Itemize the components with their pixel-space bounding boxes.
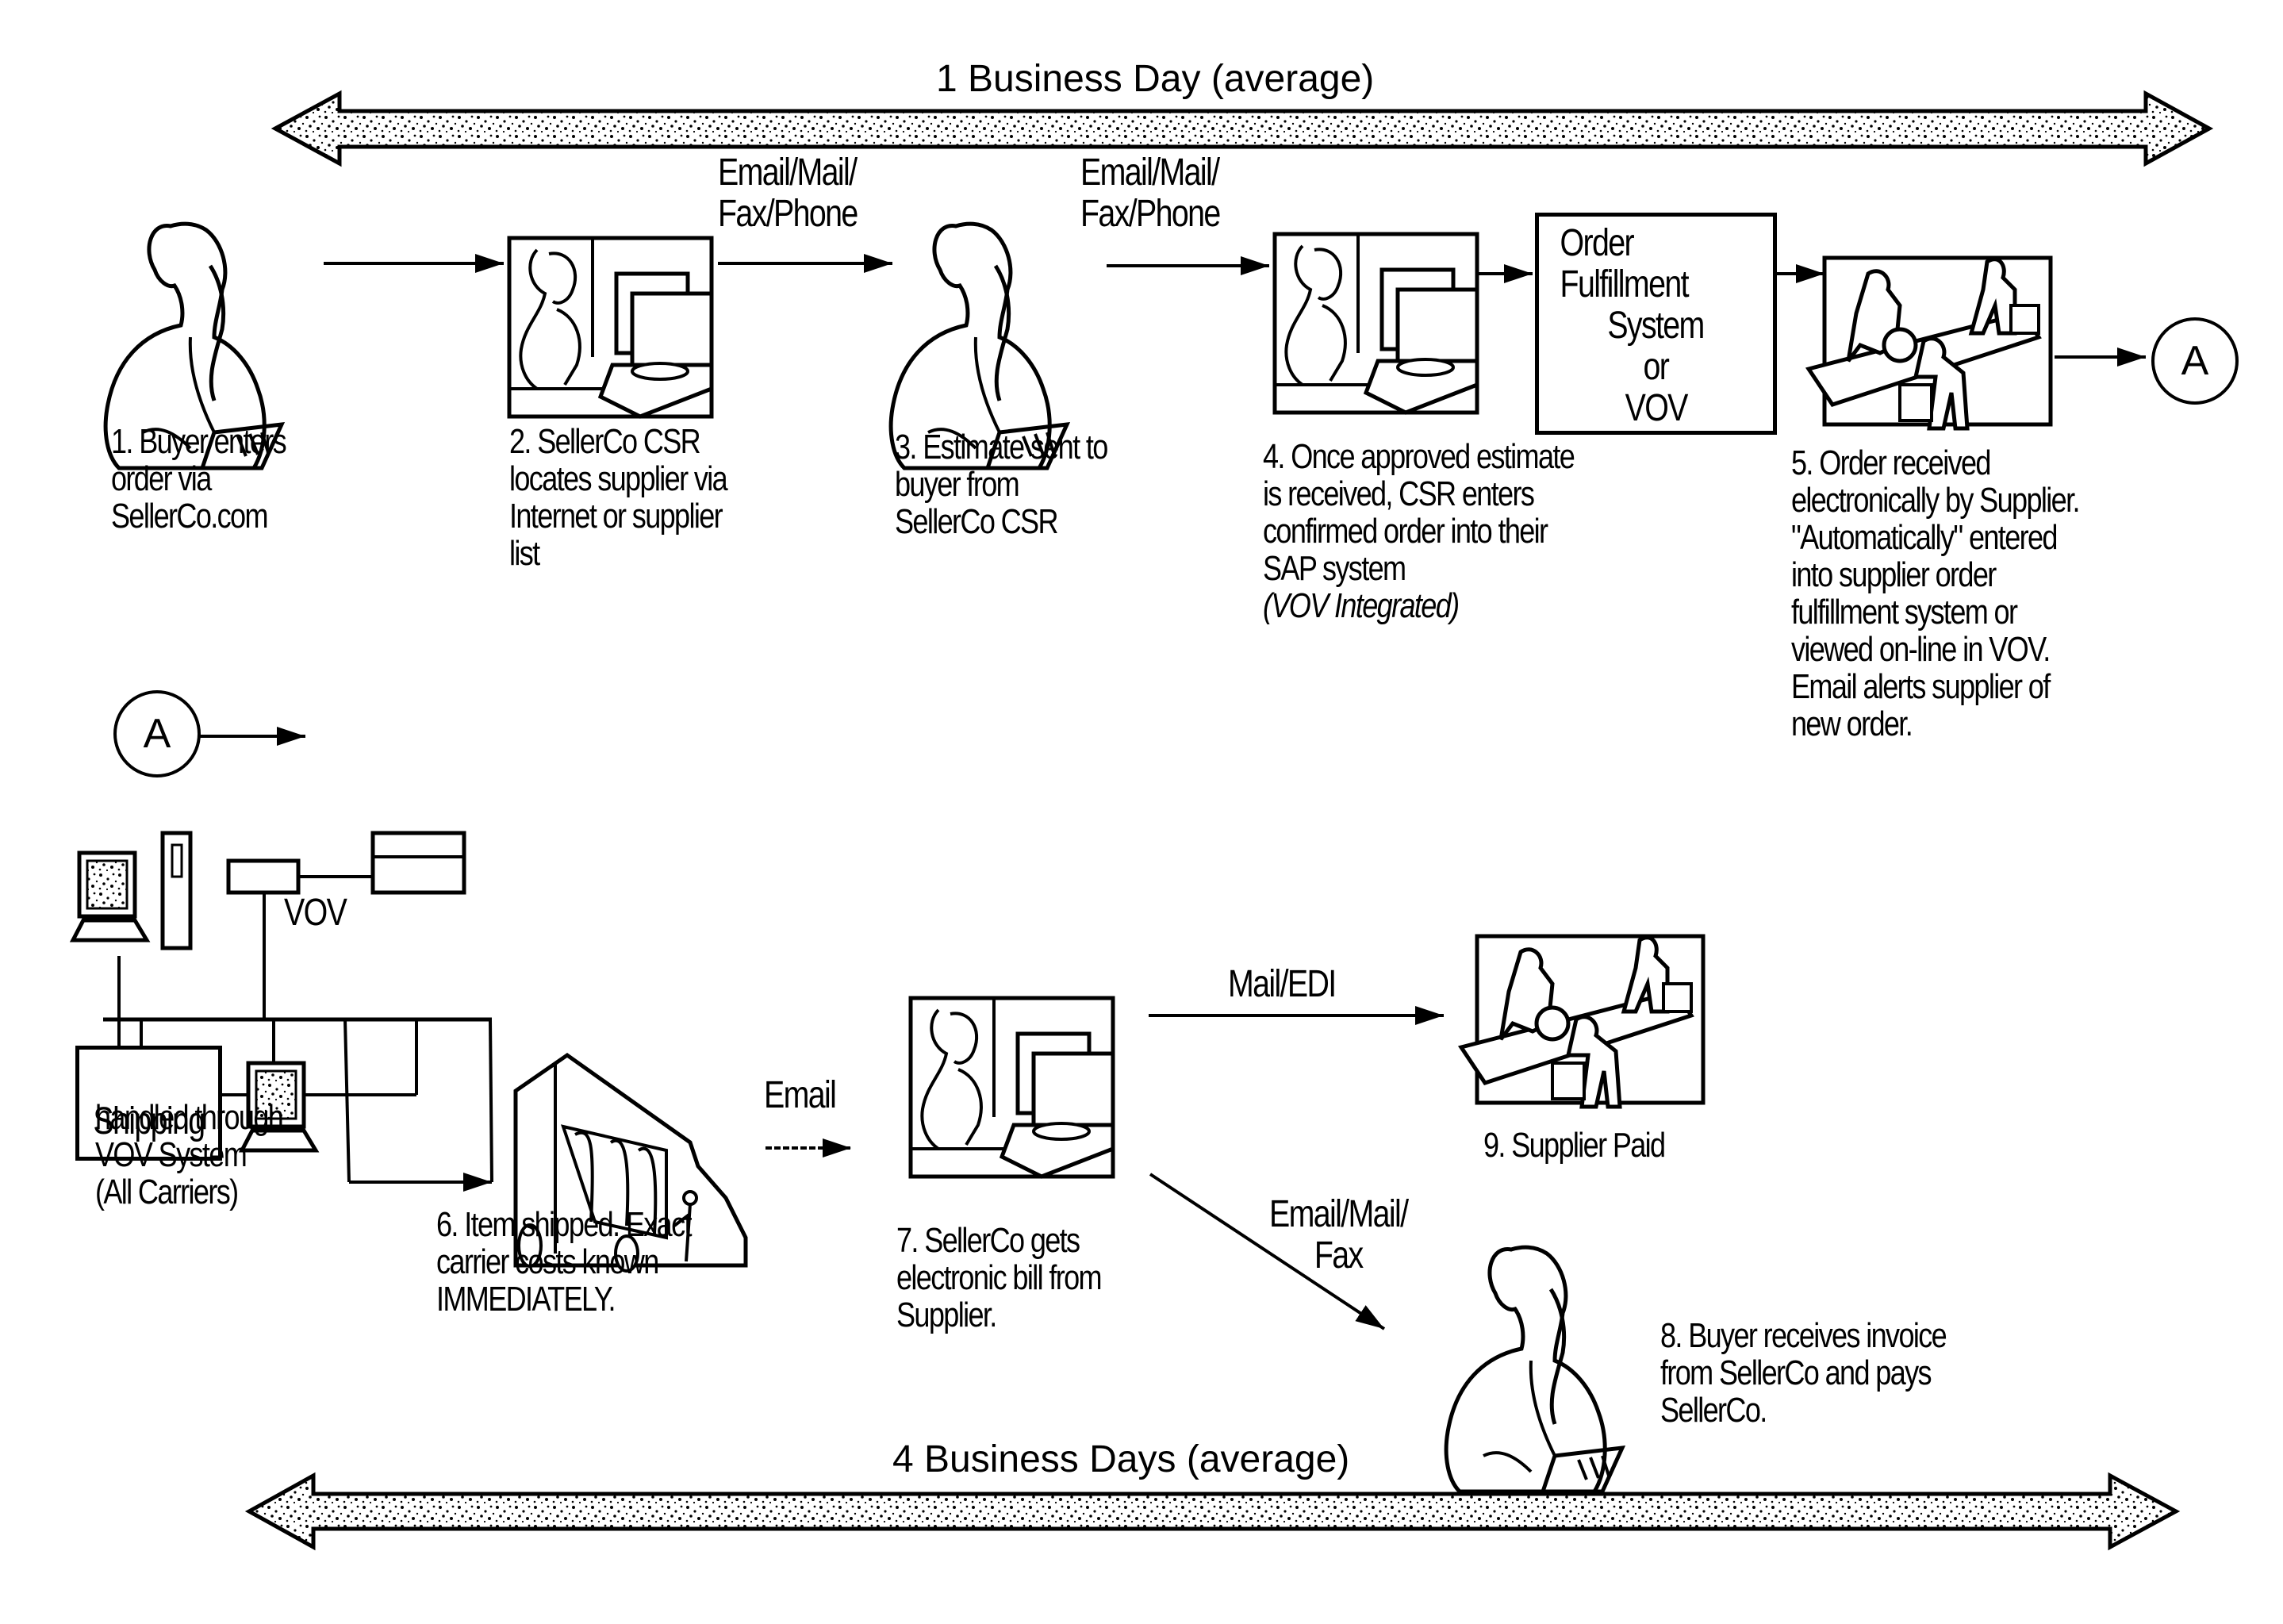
connector-a-out: A	[2151, 317, 2239, 405]
step-9-caption: 9. Supplier Paid	[1483, 1126, 1666, 1165]
step-6-caption: 6. Item shipped. Exact carrier costs kno…	[436, 1205, 693, 1319]
step-8-caption: 8. Buyer receives invoice from SellerCo …	[1660, 1316, 1947, 1430]
printer-icon	[370, 831, 466, 895]
connector-label: A	[2181, 338, 2209, 384]
connector-label: A	[143, 711, 171, 757]
workstation-icon	[73, 853, 147, 940]
warehouse-workers-icon	[1809, 258, 2051, 428]
box-line: or	[1643, 346, 1670, 388]
order-process-diagram: 1 Business Day (average) 4 Business Days…	[0, 0, 2283, 1624]
connector-a-in: A	[113, 690, 201, 777]
edge-label-email: Email	[764, 1074, 837, 1116]
timeline-top-arrow	[271, 90, 2214, 167]
edge-label-csr-to-estimate: Email/Mail/ Fax/Phone	[718, 152, 858, 235]
csr-at-computer-icon	[1275, 234, 1477, 413]
step-5-caption: 5. Order received electronically by Supp…	[1791, 443, 2080, 743]
order-fulfillment-system-box: Order Fulfillment System or VOV	[1535, 213, 1777, 435]
modem-icon	[226, 858, 301, 895]
step-7-caption: 7. SellerCo gets electronic bill from Su…	[896, 1221, 1103, 1334]
csr-at-computer-icon	[911, 998, 1113, 1177]
network-caption: handled through VOV System (All Carriers…	[95, 1098, 284, 1211]
step-2-caption: 2. SellerCo CSR locates supplier via Int…	[509, 422, 728, 573]
buyer-on-phone-icon	[1446, 1247, 1622, 1492]
edge-label-mail-edi: Mail/EDI	[1228, 963, 1337, 1005]
step-1-caption: 1. Buyer enters order via SellerCo.com	[111, 422, 287, 536]
edge-label-email-mail-fax: Email/Mail/ Fax	[1269, 1193, 1409, 1277]
timeline-bottom-label: 4 Business Days (average)	[892, 1438, 1350, 1480]
step-3-caption: 3. Estimate sent to buyer from SellerCo …	[895, 428, 1108, 541]
timeline-top-label: 1 Business Day (average)	[936, 58, 1375, 100]
csr-at-computer-icon	[509, 238, 712, 417]
box-line: VOV	[1625, 387, 1688, 429]
edge-label-estimate-to-csr: Email/Mail/ Fax/Phone	[1080, 152, 1221, 235]
vov-label: VOV	[284, 892, 347, 934]
step-4-caption: 4. Once approved estimate is received, C…	[1263, 437, 1575, 588]
step-4-note: (VOV Integrated)	[1263, 586, 1460, 625]
box-line: System	[1607, 305, 1706, 347]
warehouse-workers-icon	[1461, 936, 1703, 1107]
timeline-bottom-arrow	[244, 1472, 2181, 1551]
box-line: Order Fulfillment	[1560, 222, 1690, 305]
